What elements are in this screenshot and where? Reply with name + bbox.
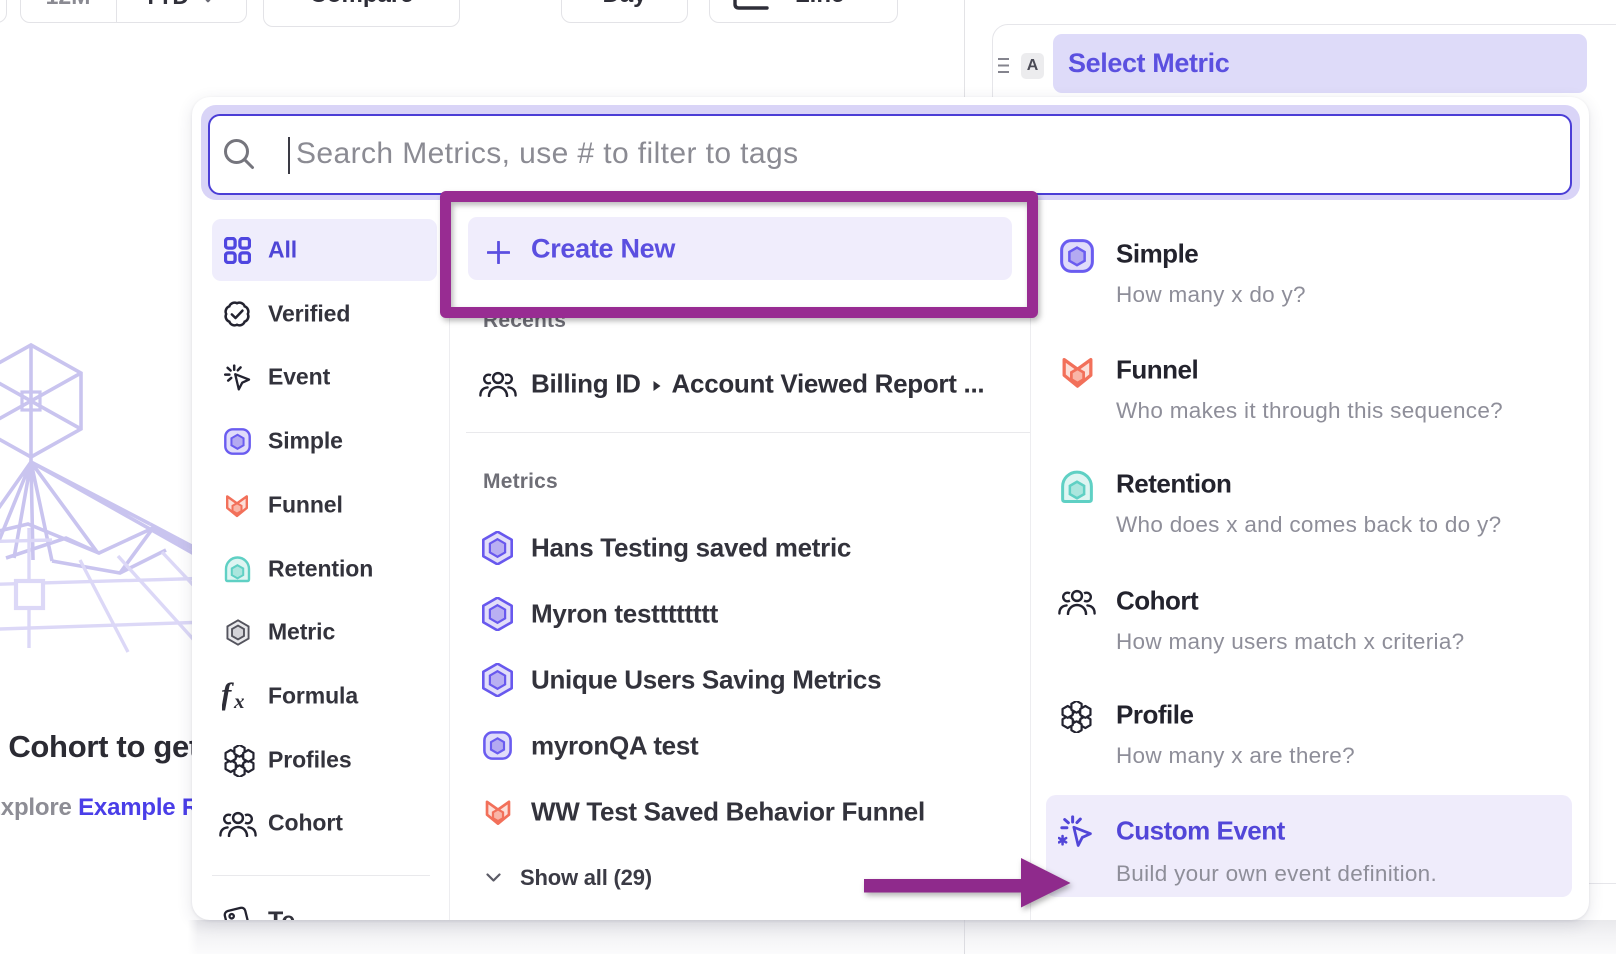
svg-text:x: x (233, 689, 245, 711)
svg-text:f: f (222, 681, 234, 711)
